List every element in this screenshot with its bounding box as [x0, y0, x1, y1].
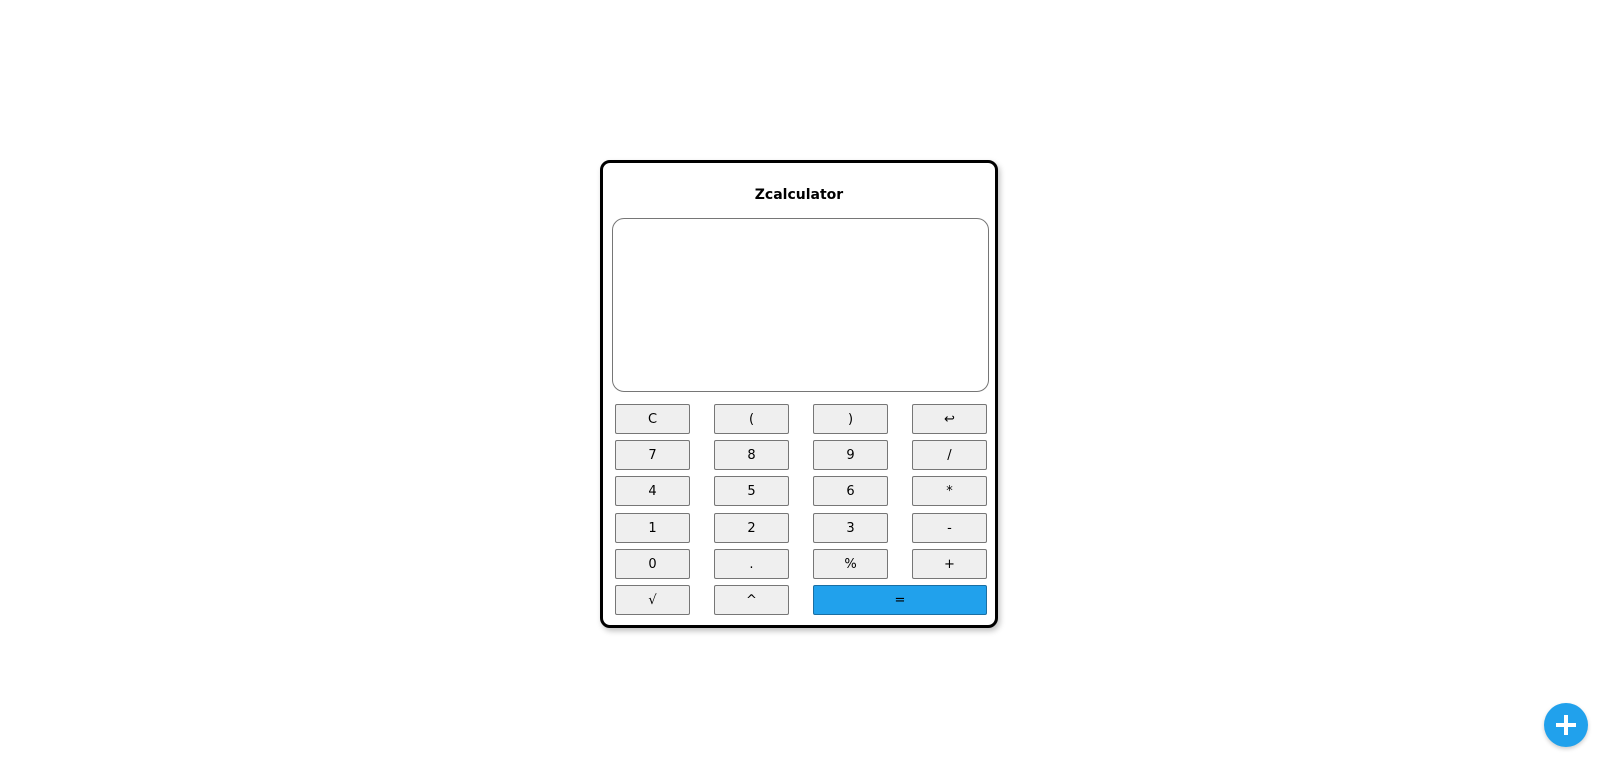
add-button[interactable]: +	[912, 549, 987, 579]
subtract-button[interactable]: -	[912, 513, 987, 543]
digit-4-button[interactable]: 4	[615, 476, 690, 506]
percent-button[interactable]: %	[813, 549, 888, 579]
digit-5-button[interactable]: 5	[714, 476, 789, 506]
plus-icon	[1556, 715, 1576, 735]
digit-3-button[interactable]: 3	[813, 513, 888, 543]
digit-0-button[interactable]: 0	[615, 549, 690, 579]
digit-2-button[interactable]: 2	[714, 513, 789, 543]
digit-7-button[interactable]: 7	[615, 440, 690, 470]
sqrt-button[interactable]: √	[615, 585, 690, 615]
digit-6-button[interactable]: 6	[813, 476, 888, 506]
clear-button[interactable]: C	[615, 404, 690, 434]
calculator-title: Zcalculator	[754, 187, 844, 203]
digit-8-button[interactable]: 8	[714, 440, 789, 470]
open-paren-button[interactable]: (	[714, 404, 789, 434]
add-fab-button[interactable]	[1544, 703, 1588, 747]
backspace-button[interactable]: ↩	[912, 404, 987, 434]
calculator-display[interactable]	[612, 218, 989, 392]
divide-button[interactable]: /	[912, 440, 987, 470]
power-button[interactable]: ^	[714, 585, 789, 615]
digit-1-button[interactable]: 1	[615, 513, 690, 543]
digit-9-button[interactable]: 9	[813, 440, 888, 470]
equals-button[interactable]: =	[813, 585, 987, 615]
multiply-button[interactable]: *	[912, 476, 987, 506]
close-paren-button[interactable]: )	[813, 404, 888, 434]
decimal-button[interactable]: .	[714, 549, 789, 579]
calculator-panel: Zcalculator C ( ) ↩ 7 8 9 / 4 5 6 * 1 2 …	[600, 160, 998, 628]
